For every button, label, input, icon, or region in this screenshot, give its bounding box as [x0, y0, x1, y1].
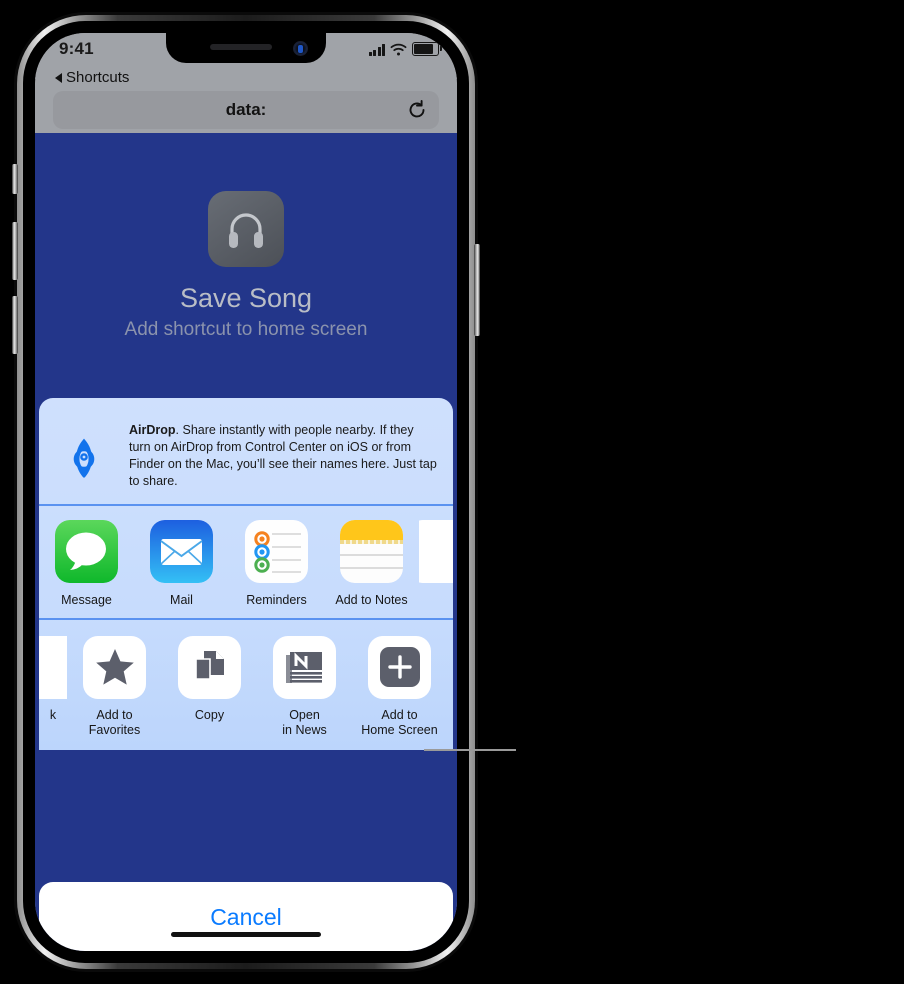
- action-copy[interactable]: Copy: [162, 635, 257, 723]
- plus-icon: [368, 635, 431, 699]
- share-apps-row[interactable]: Message Mail Reminders Add to Notes: [39, 506, 453, 618]
- action-label: Add to Favorites: [88, 707, 141, 737]
- share-target-label: Reminders: [246, 593, 307, 607]
- volume-up-button[interactable]: [12, 222, 18, 280]
- page-title: Save Song: [179, 282, 313, 313]
- headphones-icon: [208, 190, 284, 267]
- share-target-mail[interactable]: Mail: [134, 520, 229, 608]
- share-target-label: Message: [61, 593, 112, 607]
- back-to-shortcuts-link[interactable]: Shortcuts: [55, 69, 129, 86]
- battery-icon: [412, 42, 442, 56]
- share-target-label: Mail: [170, 593, 193, 607]
- airdrop-icon: [53, 418, 115, 480]
- airdrop-bold-label: AirDrop: [129, 423, 176, 437]
- share-options-panel: AirDrop. Share instantly with people nea…: [39, 398, 453, 750]
- cancel-button-container: Cancel: [39, 882, 453, 951]
- device-notch: [166, 33, 326, 63]
- partial-app-icon: [419, 520, 453, 583]
- mail-app-icon: [150, 520, 213, 583]
- action-label: Open in News: [282, 707, 327, 737]
- airdrop-body-text: . Share instantly with people nearby. If…: [129, 423, 437, 488]
- share-actions-row[interactable]: k Add to Favorites Copy Open in News Add…: [39, 620, 453, 750]
- silent-switch-button[interactable]: [12, 164, 18, 194]
- status-time: 9:41: [59, 39, 94, 58]
- status-indicators: [368, 42, 442, 56]
- wifi-icon: [390, 43, 407, 56]
- action-label: Add to Home Screen: [361, 707, 438, 737]
- action-label: k: [49, 707, 57, 722]
- back-triangle-icon: [55, 72, 62, 83]
- messages-app-icon: [55, 520, 118, 583]
- action-bookmark[interactable]: k: [39, 635, 67, 723]
- action-label: Copy: [194, 707, 225, 722]
- news-icon: [273, 635, 336, 699]
- star-icon: [83, 635, 146, 699]
- cancel-button[interactable]: Cancel: [39, 882, 453, 951]
- share-sheet: Save Song Add shortcut to home screen Ai…: [35, 133, 457, 951]
- power-button[interactable]: [474, 244, 480, 336]
- action-add-to-home-screen[interactable]: Add to Home Screen: [352, 635, 447, 738]
- bookmark-icon: [39, 635, 67, 699]
- share-preview-header: Save Song Add shortcut to home screen: [35, 133, 457, 398]
- airdrop-section[interactable]: AirDrop. Share instantly with people nea…: [39, 398, 453, 504]
- copy-icon: [178, 635, 241, 699]
- cellular-bars-icon: [368, 44, 385, 56]
- share-target-reminders[interactable]: Reminders: [229, 520, 324, 608]
- page-subtitle: Add shortcut to home screen: [124, 318, 368, 340]
- iphone-device: Save Song Add shortcut to home screen Ai…: [12, 12, 480, 972]
- cancel-button-label: Cancel: [210, 903, 282, 930]
- share-target-notes[interactable]: Add to Notes: [324, 520, 419, 608]
- action-add-to-favorites[interactable]: Add to Favorites: [67, 635, 162, 738]
- callout-leader-line: [424, 749, 516, 751]
- reminders-app-icon: [245, 520, 308, 583]
- phone-screen: Save Song Add shortcut to home screen Ai…: [35, 33, 457, 951]
- earpiece-speaker: [210, 44, 273, 50]
- share-target-message[interactable]: Message: [39, 520, 134, 608]
- url-text: data:: [225, 100, 267, 119]
- volume-down-button[interactable]: [12, 296, 18, 354]
- action-open-in-news[interactable]: Open in News: [257, 635, 352, 738]
- airdrop-description: AirDrop. Share instantly with people nea…: [129, 418, 437, 488]
- home-indicator[interactable]: [171, 932, 321, 937]
- address-bar[interactable]: data:: [53, 91, 439, 129]
- share-target-label: Add to Notes: [335, 593, 408, 607]
- share-target-partial[interactable]: [419, 520, 453, 593]
- reload-icon[interactable]: [407, 100, 427, 120]
- front-camera: [293, 41, 308, 56]
- back-link-label: Shortcuts: [66, 69, 130, 86]
- notes-app-icon: [340, 520, 403, 583]
